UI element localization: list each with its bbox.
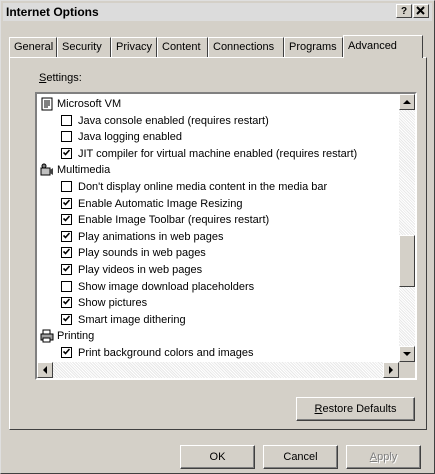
- up-arrow-icon: [403, 100, 411, 104]
- scroll-right-button[interactable]: [383, 362, 399, 378]
- cancel-button[interactable]: Cancel: [263, 445, 338, 469]
- scrollbar-corner: [399, 362, 415, 378]
- restore-label: estore Defaults: [322, 403, 397, 415]
- right-arrow-icon: [389, 366, 393, 374]
- checkmark-icon: [63, 315, 70, 322]
- vertical-scroll-thumb[interactable]: [399, 235, 415, 287]
- setting-checkbox[interactable]: [61, 347, 72, 358]
- setting-checkbox[interactable]: [61, 247, 72, 259]
- close-icon: [416, 6, 425, 15]
- setting-label: Enable Automatic Image Resizing: [78, 197, 243, 210]
- setting-label: Play videos in web pages: [78, 264, 203, 276]
- ok-button[interactable]: OK: [180, 445, 255, 469]
- apply-mnemonic: A: [369, 451, 378, 463]
- checkmark-icon: [63, 248, 70, 256]
- down-arrow-icon: [403, 352, 411, 356]
- tab-privacy[interactable]: Privacy: [111, 37, 157, 57]
- checkmark-icon: [63, 149, 70, 156]
- setting-label: Enable Image Toolbar (requires restart): [78, 214, 270, 227]
- scroll-left-button[interactable]: [37, 362, 53, 378]
- category-label: Printing: [57, 330, 95, 343]
- tab-advanced[interactable]: Advanced: [343, 35, 423, 58]
- setting-checkbox[interactable]: [61, 131, 72, 143]
- settings-list[interactable]: Microsoft VM Java console enabled (requir…: [35, 92, 417, 380]
- setting-checkbox[interactable]: [61, 181, 72, 192]
- restore-defaults-button[interactable]: Restore Defaults: [296, 397, 415, 421]
- settings-label: Settings:: [39, 72, 82, 84]
- tab-content[interactable]: Content: [157, 37, 208, 57]
- tab-security[interactable]: Security: [57, 37, 111, 57]
- setting-label: Play animations in web pages: [78, 230, 224, 243]
- setting-checkbox[interactable]: [61, 114, 72, 126]
- setting-label: Java logging enabled: [78, 131, 182, 144]
- checkmark-icon: [63, 265, 70, 272]
- apply-label: pply: [377, 451, 398, 463]
- category-label: Microsoft VM: [57, 98, 122, 110]
- internet-options-dialog: Internet Options ? General Security Priv…: [0, 0, 435, 474]
- title-bar[interactable]: Internet Options ?: [3, 3, 432, 21]
- close-button[interactable]: [413, 4, 429, 18]
- scroll-down-button[interactable]: [399, 346, 415, 362]
- checkmark-icon: [63, 348, 70, 355]
- setting-label: JIT compiler for virtual machine enabled…: [78, 147, 358, 160]
- setting-label: Show pictures: [78, 297, 148, 310]
- settings-label-text: ettings:: [46, 72, 82, 84]
- scroll-up-button[interactable]: [399, 94, 415, 110]
- horizontal-scrollbar[interactable]: [37, 362, 399, 378]
- left-arrow-icon: [43, 366, 47, 374]
- setting-label: Print background colors and images: [78, 347, 254, 359]
- multimedia-icon: [40, 163, 54, 177]
- help-button[interactable]: ?: [396, 4, 412, 18]
- category-label: Multimedia: [57, 164, 111, 177]
- setting-checkbox[interactable]: [61, 297, 72, 309]
- setting-checkbox[interactable]: [61, 197, 72, 209]
- tab-general[interactable]: General: [9, 37, 57, 57]
- setting-checkbox[interactable]: [61, 280, 72, 292]
- printer-icon: [40, 329, 54, 343]
- setting-label: Smart image dithering: [78, 313, 186, 326]
- setting-checkbox[interactable]: [61, 264, 72, 275]
- setting-checkbox[interactable]: [61, 214, 72, 226]
- tab-strip: General Security Privacy Content Connect…: [9, 35, 429, 58]
- tab-programs[interactable]: Programs: [284, 37, 343, 57]
- checkmark-icon: [63, 298, 70, 305]
- setting-label: Play sounds in web pages: [78, 247, 206, 260]
- setting-label: Java console enabled (requires restart): [78, 114, 269, 127]
- checkmark-icon: [63, 232, 70, 239]
- setting-checkbox[interactable]: [61, 147, 72, 159]
- vertical-scrollbar[interactable]: [399, 94, 415, 362]
- tab-connections[interactable]: Connections: [208, 37, 284, 57]
- window-title: Internet Options: [6, 5, 99, 19]
- setting-label: Don't display online media content in th…: [78, 181, 328, 193]
- checkmark-icon: [63, 199, 70, 206]
- setting-checkbox[interactable]: [61, 230, 72, 242]
- checkmark-icon: [63, 215, 70, 222]
- setting-label: Show image download placeholders: [78, 280, 255, 293]
- document-icon: [40, 97, 54, 111]
- apply-button[interactable]: Apply: [346, 445, 421, 469]
- setting-checkbox[interactable]: [61, 313, 72, 325]
